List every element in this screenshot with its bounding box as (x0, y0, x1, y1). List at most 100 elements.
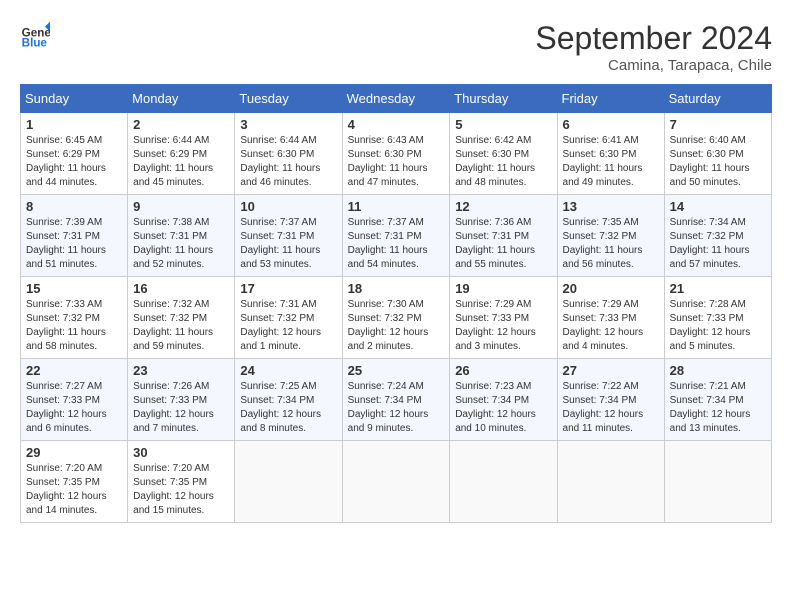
calendar-week-row: 15 Sunrise: 7:33 AM Sunset: 7:32 PM Dayli… (21, 277, 772, 359)
calendar-day-cell (557, 441, 664, 523)
day-info: Sunrise: 7:34 AM Sunset: 7:32 PM Dayligh… (670, 216, 766, 272)
day-number: 25 (348, 363, 445, 378)
day-info: Sunrise: 7:27 AM Sunset: 7:33 PM Dayligh… (26, 380, 122, 436)
calendar-day-cell: 29 Sunrise: 7:20 AM Sunset: 7:35 PM Dayli… (21, 441, 128, 523)
calendar-day-cell: 14 Sunrise: 7:34 AM Sunset: 7:32 PM Dayli… (664, 195, 771, 277)
calendar-day-cell: 26 Sunrise: 7:23 AM Sunset: 7:34 PM Dayli… (450, 359, 557, 441)
calendar-week-row: 22Sunrise: 7:27 AM Sunset: 7:33 PM Dayli… (21, 359, 772, 441)
day-number: 10 (240, 199, 336, 214)
calendar-day-cell: 1 Sunrise: 6:45 AM Sunset: 6:29 PM Daylig… (21, 113, 128, 195)
calendar-week-row: 8 Sunrise: 7:39 AM Sunset: 7:31 PM Daylig… (21, 195, 772, 277)
day-info: Sunrise: 7:29 AM Sunset: 7:33 PM Dayligh… (563, 298, 659, 354)
logo-icon: General Blue (20, 20, 50, 50)
calendar-day-cell (342, 441, 450, 523)
calendar-day-cell: 16Sunrise: 7:32 AM Sunset: 7:32 PM Dayli… (128, 277, 235, 359)
title-block: September 2024 Camina, Tarapaca, Chile (535, 20, 772, 74)
logo: General Blue (20, 20, 50, 50)
day-number: 15 (26, 281, 122, 296)
day-info: Sunrise: 7:28 AM Sunset: 7:33 PM Dayligh… (670, 298, 766, 354)
day-number: 9 (133, 199, 229, 214)
weekday-header: Thursday (450, 85, 557, 113)
day-info: Sunrise: 6:42 AM Sunset: 6:30 PM Dayligh… (455, 134, 551, 190)
day-info: Sunrise: 7:30 AM Sunset: 7:32 PM Dayligh… (348, 298, 445, 354)
calendar-day-cell: 6 Sunrise: 6:41 AM Sunset: 6:30 PM Daylig… (557, 113, 664, 195)
location-subtitle: Camina, Tarapaca, Chile (535, 57, 772, 74)
calendar-table: SundayMondayTuesdayWednesdayThursdayFrid… (20, 84, 772, 523)
calendar-day-cell: 23 Sunrise: 7:26 AM Sunset: 7:33 PM Dayli… (128, 359, 235, 441)
calendar-day-cell: 15 Sunrise: 7:33 AM Sunset: 7:32 PM Dayli… (21, 277, 128, 359)
calendar-day-cell: 22Sunrise: 7:27 AM Sunset: 7:33 PM Dayli… (21, 359, 128, 441)
day-info: Sunrise: 6:43 AM Sunset: 6:30 PM Dayligh… (348, 134, 445, 190)
calendar-day-cell: 5 Sunrise: 6:42 AM Sunset: 6:30 PM Daylig… (450, 113, 557, 195)
weekday-header: Monday (128, 85, 235, 113)
weekday-header: Wednesday (342, 85, 450, 113)
calendar-day-cell: 30 Sunrise: 7:20 AM Sunset: 7:35 PM Dayli… (128, 441, 235, 523)
day-number: 14 (670, 199, 766, 214)
page-header: General Blue September 2024 Camina, Tara… (20, 20, 772, 74)
weekday-header: Friday (557, 85, 664, 113)
day-number: 2 (133, 117, 229, 132)
day-info: Sunrise: 6:40 AM Sunset: 6:30 PM Dayligh… (670, 134, 766, 190)
calendar-week-row: 29 Sunrise: 7:20 AM Sunset: 7:35 PM Dayli… (21, 441, 772, 523)
calendar-header-row: SundayMondayTuesdayWednesdayThursdayFrid… (21, 85, 772, 113)
day-number: 29 (26, 445, 122, 460)
day-info: Sunrise: 7:25 AM Sunset: 7:34 PM Dayligh… (240, 380, 336, 436)
day-info: Sunrise: 6:45 AM Sunset: 6:29 PM Dayligh… (26, 134, 122, 190)
day-number: 18 (348, 281, 445, 296)
calendar-day-cell: 7 Sunrise: 6:40 AM Sunset: 6:30 PM Daylig… (664, 113, 771, 195)
calendar-day-cell: 17Sunrise: 7:31 AM Sunset: 7:32 PM Dayli… (235, 277, 342, 359)
day-number: 21 (670, 281, 766, 296)
day-number: 1 (26, 117, 122, 132)
calendar-day-cell: 8 Sunrise: 7:39 AM Sunset: 7:31 PM Daylig… (21, 195, 128, 277)
day-number: 11 (348, 199, 445, 214)
svg-text:Blue: Blue (22, 37, 48, 50)
day-info: Sunrise: 7:24 AM Sunset: 7:34 PM Dayligh… (348, 380, 445, 436)
calendar-day-cell: 21 Sunrise: 7:28 AM Sunset: 7:33 PM Dayli… (664, 277, 771, 359)
day-info: Sunrise: 7:35 AM Sunset: 7:32 PM Dayligh… (563, 216, 659, 272)
calendar-day-cell: 28 Sunrise: 7:21 AM Sunset: 7:34 PM Dayli… (664, 359, 771, 441)
day-number: 26 (455, 363, 551, 378)
calendar-day-cell: 24Sunrise: 7:25 AM Sunset: 7:34 PM Dayli… (235, 359, 342, 441)
day-info: Sunrise: 7:23 AM Sunset: 7:34 PM Dayligh… (455, 380, 551, 436)
calendar-day-cell: 25 Sunrise: 7:24 AM Sunset: 7:34 PM Dayli… (342, 359, 450, 441)
day-number: 30 (133, 445, 229, 460)
calendar-day-cell: 10 Sunrise: 7:37 AM Sunset: 7:31 PM Dayli… (235, 195, 342, 277)
calendar-day-cell: 11Sunrise: 7:37 AM Sunset: 7:31 PM Dayli… (342, 195, 450, 277)
day-info: Sunrise: 6:44 AM Sunset: 6:29 PM Dayligh… (133, 134, 229, 190)
day-number: 28 (670, 363, 766, 378)
month-title: September 2024 (535, 20, 772, 57)
day-number: 8 (26, 199, 122, 214)
day-number: 23 (133, 363, 229, 378)
day-info: Sunrise: 6:41 AM Sunset: 6:30 PM Dayligh… (563, 134, 659, 190)
day-info: Sunrise: 7:32 AM Sunset: 7:32 PM Dayligh… (133, 298, 229, 354)
day-number: 12 (455, 199, 551, 214)
calendar-day-cell: 18 Sunrise: 7:30 AM Sunset: 7:32 PM Dayli… (342, 277, 450, 359)
calendar-day-cell (450, 441, 557, 523)
calendar-week-row: 1 Sunrise: 6:45 AM Sunset: 6:29 PM Daylig… (21, 113, 772, 195)
calendar-day-cell: 13 Sunrise: 7:35 AM Sunset: 7:32 PM Dayli… (557, 195, 664, 277)
day-number: 19 (455, 281, 551, 296)
day-number: 7 (670, 117, 766, 132)
day-number: 5 (455, 117, 551, 132)
day-info: Sunrise: 7:36 AM Sunset: 7:31 PM Dayligh… (455, 216, 551, 272)
day-number: 13 (563, 199, 659, 214)
day-number: 27 (563, 363, 659, 378)
day-info: Sunrise: 7:29 AM Sunset: 7:33 PM Dayligh… (455, 298, 551, 354)
day-info: Sunrise: 7:26 AM Sunset: 7:33 PM Dayligh… (133, 380, 229, 436)
day-info: Sunrise: 7:20 AM Sunset: 7:35 PM Dayligh… (26, 462, 122, 518)
day-info: Sunrise: 7:21 AM Sunset: 7:34 PM Dayligh… (670, 380, 766, 436)
day-info: Sunrise: 6:44 AM Sunset: 6:30 PM Dayligh… (240, 134, 336, 190)
day-info: Sunrise: 7:33 AM Sunset: 7:32 PM Dayligh… (26, 298, 122, 354)
weekday-header: Sunday (21, 85, 128, 113)
calendar-day-cell: 20 Sunrise: 7:29 AM Sunset: 7:33 PM Dayli… (557, 277, 664, 359)
day-info: Sunrise: 7:37 AM Sunset: 7:31 PM Dayligh… (240, 216, 336, 272)
day-info: Sunrise: 7:39 AM Sunset: 7:31 PM Dayligh… (26, 216, 122, 272)
calendar-day-cell: 19 Sunrise: 7:29 AM Sunset: 7:33 PM Dayli… (450, 277, 557, 359)
calendar-day-cell (664, 441, 771, 523)
day-info: Sunrise: 7:20 AM Sunset: 7:35 PM Dayligh… (133, 462, 229, 518)
day-number: 20 (563, 281, 659, 296)
weekday-header: Tuesday (235, 85, 342, 113)
calendar-day-cell: 3Sunrise: 6:44 AM Sunset: 6:30 PM Daylig… (235, 113, 342, 195)
calendar-day-cell: 4Sunrise: 6:43 AM Sunset: 6:30 PM Daylig… (342, 113, 450, 195)
day-number: 6 (563, 117, 659, 132)
